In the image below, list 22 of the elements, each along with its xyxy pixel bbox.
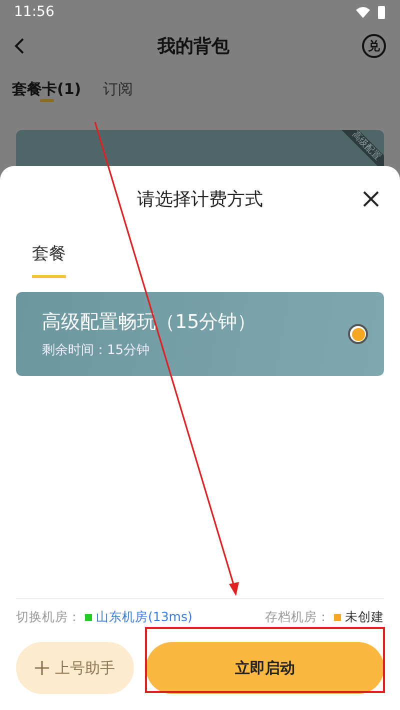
exchange-button[interactable]: 兑 xyxy=(362,34,386,58)
close-icon[interactable] xyxy=(362,190,380,208)
tab[interactable]: 订阅 xyxy=(103,76,134,102)
back-icon[interactable] xyxy=(14,37,25,55)
sheet-title: 请选择计费方式 xyxy=(137,188,263,211)
status-time: 11:56 xyxy=(14,4,54,20)
package-name: 高级配置畅玩（15分钟） xyxy=(42,310,256,335)
start-button[interactable]: 立即启动 xyxy=(146,642,384,694)
wifi-icon xyxy=(355,6,371,18)
remaining-time: 剩余时间：15分钟 xyxy=(42,342,151,359)
page-title: 我的背包 xyxy=(158,35,230,58)
battery-icon xyxy=(377,4,386,20)
login-helper-button[interactable]: 上号助手 xyxy=(16,642,134,694)
package-option[interactable]: 高级配置畅玩（15分钟） 剩余时间：15分钟 xyxy=(16,292,384,376)
server-room-label: 切换机房： xyxy=(16,609,81,626)
server-room-value[interactable]: 山东机房(13ms) xyxy=(96,609,192,626)
plus-icon xyxy=(35,661,49,675)
archive-room-value: 未创建 xyxy=(345,609,384,626)
tab[interactable]: 套餐卡(1) xyxy=(12,76,82,102)
archive-room-label: 存档机房： xyxy=(265,609,330,626)
radio-button[interactable] xyxy=(348,324,368,344)
sheet-tab[interactable]: 套餐 xyxy=(32,242,66,278)
